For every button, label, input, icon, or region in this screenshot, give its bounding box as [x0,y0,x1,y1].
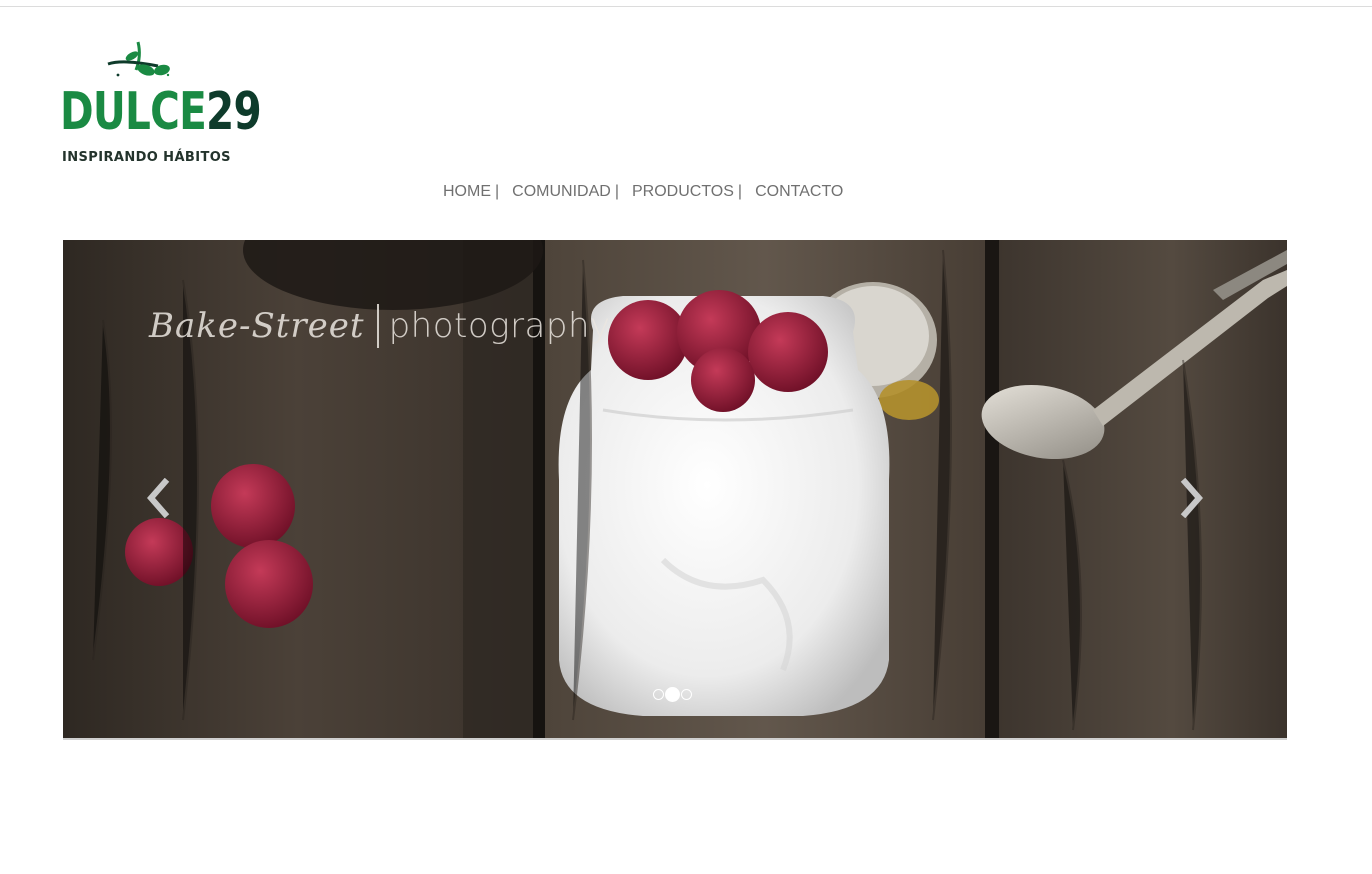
nav-home[interactable]: HOME [443,183,491,201]
carousel-dot-3[interactable] [681,689,692,700]
nav-comunidad[interactable]: COMUNIDAD [512,183,611,201]
top-divider [0,6,1372,7]
chevron-left-icon [147,477,170,519]
nav-contacto[interactable]: CONTACTO [755,183,843,201]
chevron-right-icon [1180,477,1203,519]
carousel-indicators [653,687,692,702]
nav-separator: | [495,183,500,200]
watermark-divider [376,304,379,348]
photo-watermark: Bake-Street photography [149,304,611,348]
nav-separator: | [614,183,619,200]
leaf-icon [107,41,170,77]
nav-separator: | [737,183,743,200]
carousel-dot-2[interactable] [665,687,680,702]
carousel-dot-1[interactable] [653,689,664,700]
carousel-next-button[interactable] [1177,477,1207,519]
logo-wordmark: DULCE29 [60,82,262,142]
logo[interactable]: DULCE29 INSPIRANDO HÁBITOS [60,40,262,170]
hero-carousel[interactable]: Bake-Street photography [63,240,1287,740]
logo-tagline: INSPIRANDO HÁBITOS [62,150,231,165]
nav-productos[interactable]: PRODUCTOS [632,183,734,201]
main-nav: HOME | COMUNIDAD | PRODUCTOS | CONTACTO [443,181,843,203]
watermark-script: Bake-Street [149,306,365,346]
carousel-prev-button[interactable] [143,477,173,519]
watermark-word: photography [388,306,611,346]
